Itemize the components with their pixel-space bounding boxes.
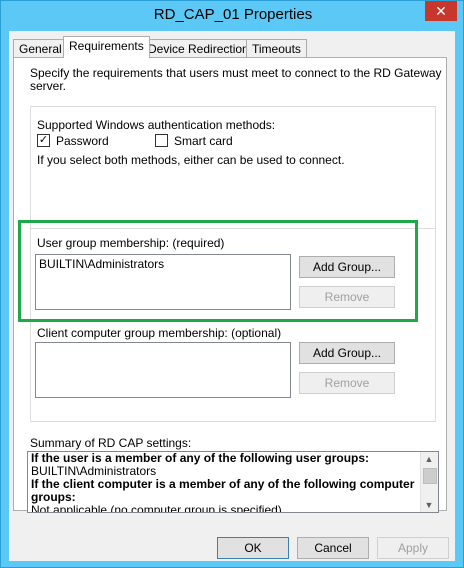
tab-timeouts[interactable]: Timeouts <box>246 39 307 57</box>
scroll-down-icon[interactable]: ▼ <box>421 498 437 512</box>
dialog-client-area: General Requirements Device Redirection … <box>9 31 455 561</box>
summary-line: Not applicable (no computer group is spe… <box>31 503 282 513</box>
tab-requirements[interactable]: Requirements <box>63 36 150 58</box>
ok-button[interactable]: OK <box>217 537 289 559</box>
summary-scrollbar[interactable]: ▲ ▼ <box>420 452 438 512</box>
cancel-button[interactable]: Cancel <box>297 537 369 559</box>
auth-methods-label: Supported Windows authentication methods… <box>37 118 276 132</box>
both-methods-note: If you select both methods, either can b… <box>37 153 345 167</box>
highlight-box <box>18 220 418 322</box>
client-group-label: Client computer group membership: (optio… <box>37 326 282 340</box>
intro-line-1: Specify the requirements that users must… <box>30 66 442 80</box>
password-checkbox[interactable]: ✓ <box>37 134 50 147</box>
remove-client-group-button[interactable]: Remove <box>299 372 395 394</box>
summary-label: Summary of RD CAP settings: <box>30 436 192 450</box>
client-group-listbox[interactable] <box>35 342 291 398</box>
summary-textbox[interactable]: If the user is a member of any of the fo… <box>27 451 439 513</box>
scroll-thumb[interactable] <box>423 468 437 484</box>
tab-general[interactable]: General <box>13 39 68 57</box>
checkmark-icon: ✓ <box>38 134 49 146</box>
password-label: Password <box>56 134 109 148</box>
intro-line-2: server. <box>30 79 67 93</box>
properties-dialog: RD_CAP_01 Properties ✕ General Requireme… <box>0 0 464 568</box>
summary-line: If the client computer is a member of an… <box>31 477 415 491</box>
summary-text: If the user is a member of any of the fo… <box>31 452 417 513</box>
smartcard-label: Smart card <box>174 134 233 148</box>
add-client-group-button[interactable]: Add Group... <box>299 342 395 364</box>
scroll-up-icon[interactable]: ▲ <box>421 452 437 466</box>
tab-device-redirection[interactable]: Device Redirection <box>142 39 255 57</box>
window-title: RD_CAP_01 Properties <box>153 6 313 23</box>
smartcard-checkbox[interactable] <box>155 134 168 147</box>
apply-button[interactable]: Apply <box>377 537 449 559</box>
requirements-panel: Specify the requirements that users must… <box>13 57 447 511</box>
close-icon[interactable]: ✕ <box>425 1 457 21</box>
